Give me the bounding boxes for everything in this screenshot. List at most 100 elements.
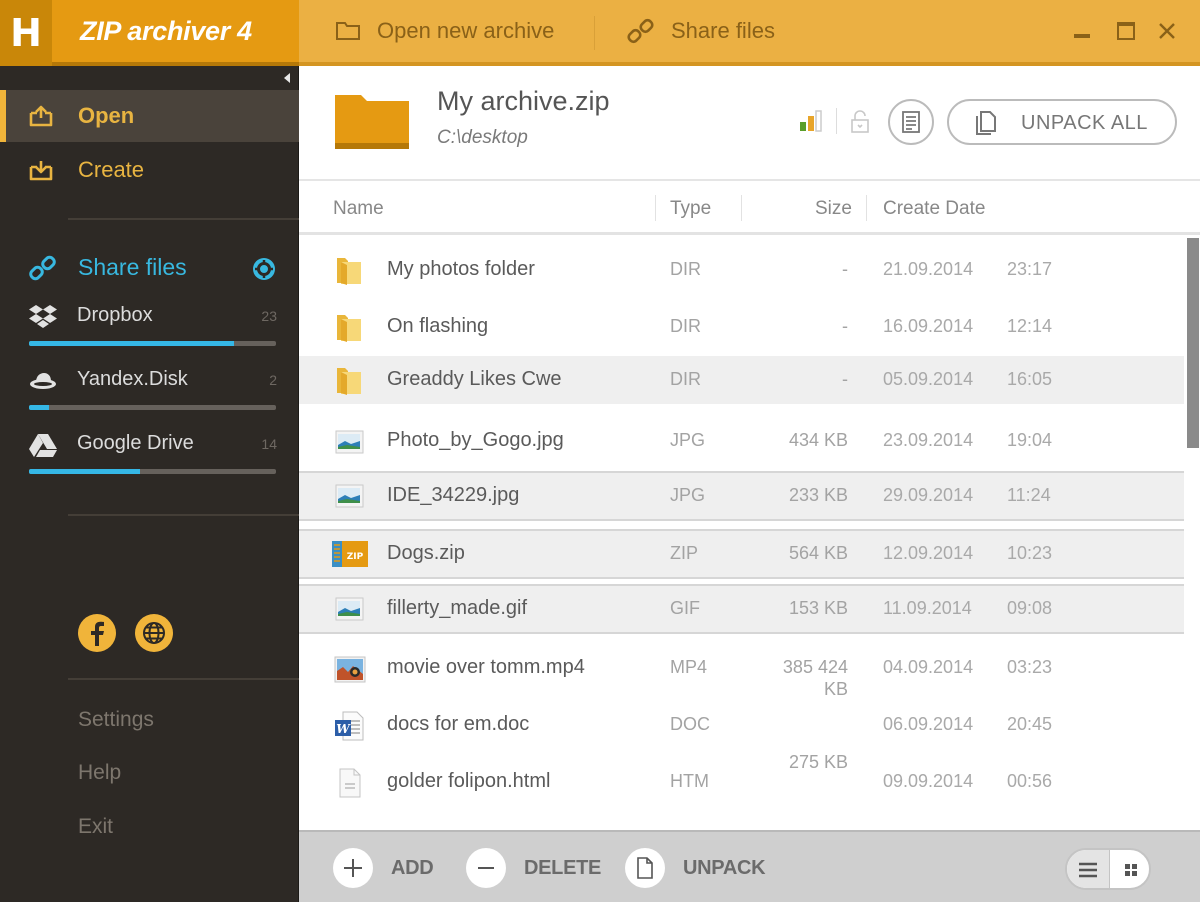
- compression-level-icon: [800, 110, 822, 132]
- cloud-item-yandex-disk[interactable]: Yandex.Disk 2: [0, 364, 299, 426]
- cloud-label: Google Drive: [77, 432, 194, 454]
- file-time: 09:08: [1007, 598, 1053, 618]
- file-name: IDE_34229.jpg: [387, 484, 520, 506]
- share-files-section-header[interactable]: Share files: [0, 246, 299, 290]
- column-header-size[interactable]: Size: [815, 198, 852, 220]
- file-date: 29.09.2014: [883, 485, 974, 505]
- file-time: 12:14: [1007, 316, 1053, 336]
- file-row[interactable]: W docs for em.doc DOC KB 06.09.2014 20:4…: [299, 679, 1184, 754]
- link-icon: [627, 18, 654, 44]
- file-row[interactable]: Greaddy Likes Cwe DIR - 05.09.2014 16:05: [299, 356, 1184, 404]
- file-time: 00:56: [1007, 771, 1053, 791]
- facebook-button[interactable]: [78, 614, 116, 652]
- file-row[interactable]: Photo_by_Gogo.jpg JPG 434 KB 23.09.2014 …: [299, 413, 1184, 470]
- main-panel: My archive.zip C:\desktop UNPACK ALL Nam…: [299, 66, 1200, 902]
- archive-header: My archive.zip C:\desktop UNPACK ALL: [299, 66, 1200, 181]
- file-row[interactable]: IDE_34229.jpg JPG 233 KB 29.09.2014 11:2…: [299, 471, 1184, 521]
- open-new-archive-button[interactable]: Open new archive: [335, 0, 554, 62]
- plus-icon: [344, 859, 362, 877]
- archive-path: C:\desktop: [437, 127, 528, 148]
- file-date: 04.09.2014: [883, 657, 974, 677]
- sidebar-divider: [68, 514, 299, 516]
- cloud-file-count: 23: [261, 308, 277, 324]
- copy-document-icon: [976, 111, 996, 135]
- file-type: ZIP: [670, 543, 699, 563]
- yandex-disk-icon: [30, 373, 56, 389]
- minimize-button[interactable]: [1067, 16, 1097, 46]
- open-new-archive-label: Open new archive: [377, 18, 555, 43]
- file-date: 23.09.2014: [883, 430, 974, 450]
- delete-button[interactable]: DELETE: [466, 846, 601, 890]
- share-files-section-label: Share files: [78, 254, 187, 280]
- word-doc-icon: W: [335, 711, 364, 741]
- archive-folder-icon: [335, 95, 409, 149]
- cloud-item-google-drive[interactable]: Google Drive 14: [0, 428, 299, 490]
- close-button[interactable]: [1152, 16, 1182, 46]
- cloud-usage-fill: [29, 469, 141, 474]
- collapse-sidebar-icon[interactable]: [282, 72, 292, 84]
- unpack-all-button[interactable]: UNPACK ALL: [947, 99, 1177, 145]
- archive-info-button[interactable]: [888, 99, 934, 145]
- file-time: 19:04: [1007, 430, 1053, 450]
- image-icon: [335, 597, 364, 621]
- column-divider: [655, 195, 656, 221]
- cloud-usage-fill: [29, 405, 49, 410]
- top-toolbar: Open new archive Share files: [299, 0, 1200, 66]
- sidebar-item-label: Open: [78, 103, 135, 128]
- sidebar-item-open[interactable]: Open: [0, 90, 299, 142]
- bottom-toolbar: ADD DELETE UNPACK: [299, 830, 1200, 902]
- share-files-button[interactable]: Share files: [627, 0, 775, 62]
- folder-outline-icon: [336, 22, 360, 40]
- dropbox-icon: [29, 305, 57, 328]
- column-header-name[interactable]: Name: [333, 198, 384, 220]
- link-icon: [29, 255, 56, 281]
- app-name: ZIP archiver 4: [80, 15, 252, 46]
- facebook-icon: [91, 621, 104, 646]
- file-type: MP4: [670, 657, 708, 677]
- file-date: 16.09.2014: [883, 316, 974, 336]
- file-size: 275 KB: [788, 752, 848, 772]
- sidebar-divider: [68, 678, 299, 680]
- maximize-icon: [1117, 22, 1135, 40]
- file-row[interactable]: My photos folder DIR - 21.09.2014 23:17: [299, 242, 1184, 299]
- zip-icon: ZIP: [332, 541, 368, 567]
- file-row[interactable]: golder folipon.html HTM 275 KB 09.09.201…: [299, 752, 1184, 811]
- sidebar-item-label: Create: [78, 157, 145, 182]
- add-button[interactable]: ADD: [333, 846, 434, 890]
- gear-icon[interactable]: [251, 256, 277, 282]
- file-type: JPG: [670, 430, 706, 450]
- maximize-button[interactable]: [1111, 16, 1141, 46]
- help-link[interactable]: Help: [78, 761, 121, 785]
- cloud-usage-bar: [29, 469, 276, 474]
- cloud-item-dropbox[interactable]: Dropbox 23: [0, 300, 299, 362]
- view-mode-toggle: [1065, 848, 1151, 890]
- file-type: DIR: [670, 369, 701, 389]
- cloud-file-count: 14: [261, 436, 277, 452]
- scrollbar-thumb[interactable]: [1187, 238, 1199, 448]
- unpack-all-label: UNPACK ALL: [1021, 112, 1148, 134]
- file-time: 23:17: [1007, 259, 1053, 279]
- file-row[interactable]: fillerty_made.gif GIF 153 KB 11.09.2014 …: [299, 584, 1184, 634]
- list-view-button[interactable]: [1067, 850, 1109, 888]
- column-header-create-date[interactable]: Create Date: [883, 198, 985, 220]
- file-date: 05.09.2014: [883, 369, 974, 389]
- grid-view-button[interactable]: [1109, 850, 1149, 888]
- settings-link[interactable]: Settings: [78, 708, 154, 732]
- unpack-button[interactable]: UNPACK: [625, 846, 766, 890]
- file-row[interactable]: On flashing DIR - 16.09.2014 12:14: [299, 299, 1184, 356]
- folder-icon: [337, 315, 361, 342]
- lock-icon[interactable]: [850, 110, 870, 134]
- delete-label: DELETE: [524, 856, 602, 879]
- sidebar-item-create[interactable]: Create: [0, 144, 299, 196]
- file-row[interactable]: ZIP Dogs.zip ZIP 564 KB 12.09.2014 10:23: [299, 529, 1184, 579]
- cloud-label: Yandex.Disk: [77, 368, 188, 390]
- file-type: JPG: [670, 485, 706, 505]
- document-list-icon: [902, 111, 920, 133]
- exit-link[interactable]: Exit: [78, 815, 113, 839]
- website-button[interactable]: [135, 614, 173, 652]
- image-icon: [335, 484, 364, 508]
- folder-icon: [337, 368, 361, 395]
- cloud-usage-fill: [29, 341, 234, 346]
- sidebar: Open Create Share files Dropbox 23 Yande…: [0, 66, 299, 902]
- column-header-type[interactable]: Type: [670, 198, 711, 220]
